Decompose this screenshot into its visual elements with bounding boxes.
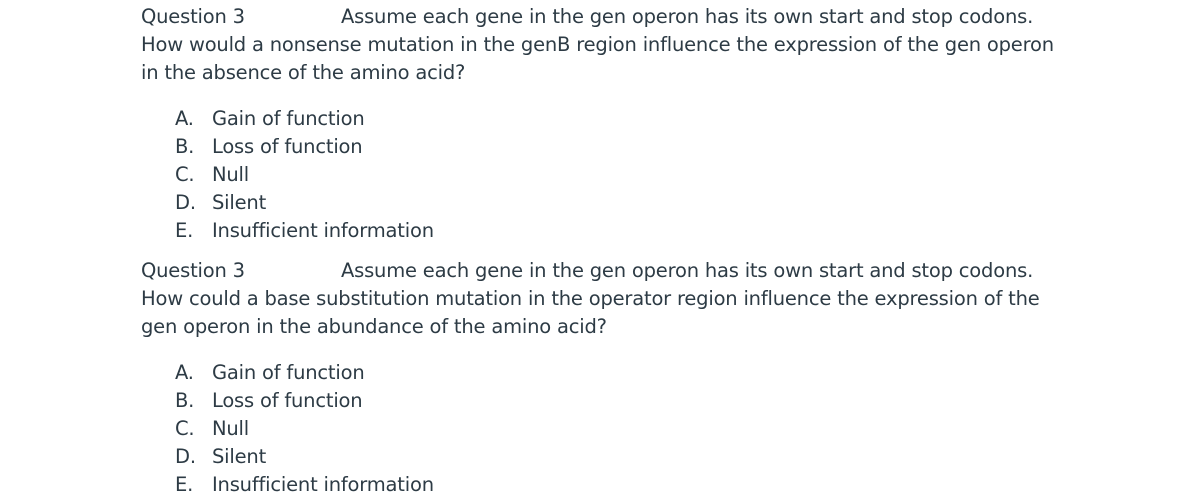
answer-option[interactable]: B. Loss of function: [175, 133, 1141, 161]
option-letter: C.: [175, 417, 195, 440]
answer-options: A. Gain of function B. Loss of function C.…: [141, 105, 1141, 245]
option-text: Silent: [212, 191, 267, 214]
answer-option[interactable]: C. Null: [175, 415, 1141, 443]
question-prompt-line-2: gen operon in the abundance of the amino…: [141, 315, 607, 338]
question-prompt-line-2: in the absence of the amino acid?: [141, 61, 466, 84]
question-preamble: Assume each gene in the gen operon has i…: [341, 259, 1034, 282]
answer-option[interactable]: B. Loss of function: [175, 387, 1141, 415]
option-text: Gain of function: [212, 361, 365, 384]
answer-option[interactable]: D. Silent: [175, 443, 1141, 471]
answer-option[interactable]: A. Gain of function: [175, 105, 1141, 133]
question-number: Question 3: [141, 5, 245, 28]
question-prompt-line-1: How could a base substitution mutation i…: [141, 287, 1040, 310]
option-letter: D.: [175, 191, 196, 214]
option-text: Loss of function: [212, 135, 363, 158]
option-letter: B.: [175, 389, 195, 412]
question-number: Question 3: [141, 259, 245, 282]
option-letter: E.: [175, 473, 194, 496]
option-text: Insufficient information: [212, 473, 434, 496]
option-text: Gain of function: [212, 107, 365, 130]
option-letter: E.: [175, 219, 194, 242]
question-prompt-line-1: How would a nonsense mutation in the gen…: [141, 33, 1054, 56]
answer-option[interactable]: E. Insufficient information: [175, 217, 1141, 245]
question-block: Question 3 Assume each gene in the gen o…: [141, 257, 1141, 499]
answer-options: A. Gain of function B. Loss of function C.…: [141, 359, 1141, 499]
question-header: Question 3 Assume each gene in the gen o…: [141, 3, 1141, 31]
answer-option[interactable]: C. Null: [175, 161, 1141, 189]
option-letter: D.: [175, 445, 196, 468]
option-text: Insufficient information: [212, 219, 434, 242]
option-text: Loss of function: [212, 389, 363, 412]
option-letter: C.: [175, 163, 195, 186]
question-block: Question 3 Assume each gene in the gen o…: [141, 3, 1141, 245]
option-text: Null: [212, 417, 249, 440]
option-letter: B.: [175, 135, 195, 158]
answer-option[interactable]: E. Insufficient information: [175, 471, 1141, 499]
option-text: Null: [212, 163, 249, 186]
option-text: Silent: [212, 445, 267, 468]
answer-option[interactable]: A. Gain of function: [175, 359, 1141, 387]
answer-option[interactable]: D. Silent: [175, 189, 1141, 217]
option-letter: A.: [175, 107, 194, 130]
option-letter: A.: [175, 361, 194, 384]
question-header: Question 3 Assume each gene in the gen o…: [141, 257, 1141, 285]
question-preamble: Assume each gene in the gen operon has i…: [341, 5, 1034, 28]
